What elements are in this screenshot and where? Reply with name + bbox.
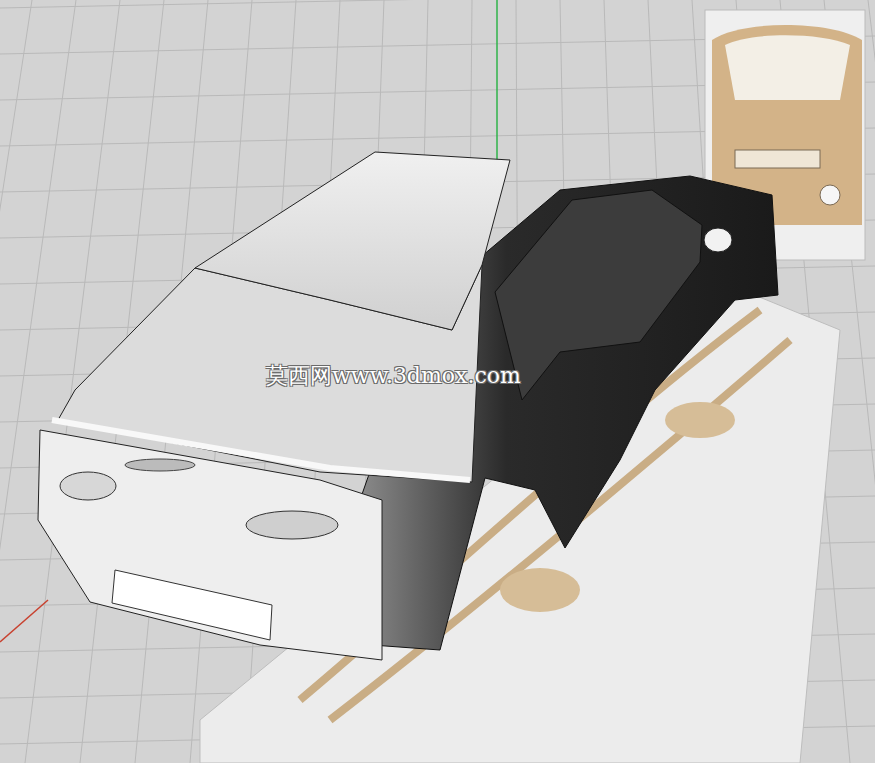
- x-axis: [0, 600, 48, 642]
- viewport[interactable]: 莫西网www.3dmox.com: [0, 0, 875, 763]
- grid: [0, 0, 875, 763]
- watermark: 莫西网www.3dmox.com: [266, 362, 521, 391]
- car-model: [38, 152, 778, 660]
- y-axis: [496, 0, 498, 175]
